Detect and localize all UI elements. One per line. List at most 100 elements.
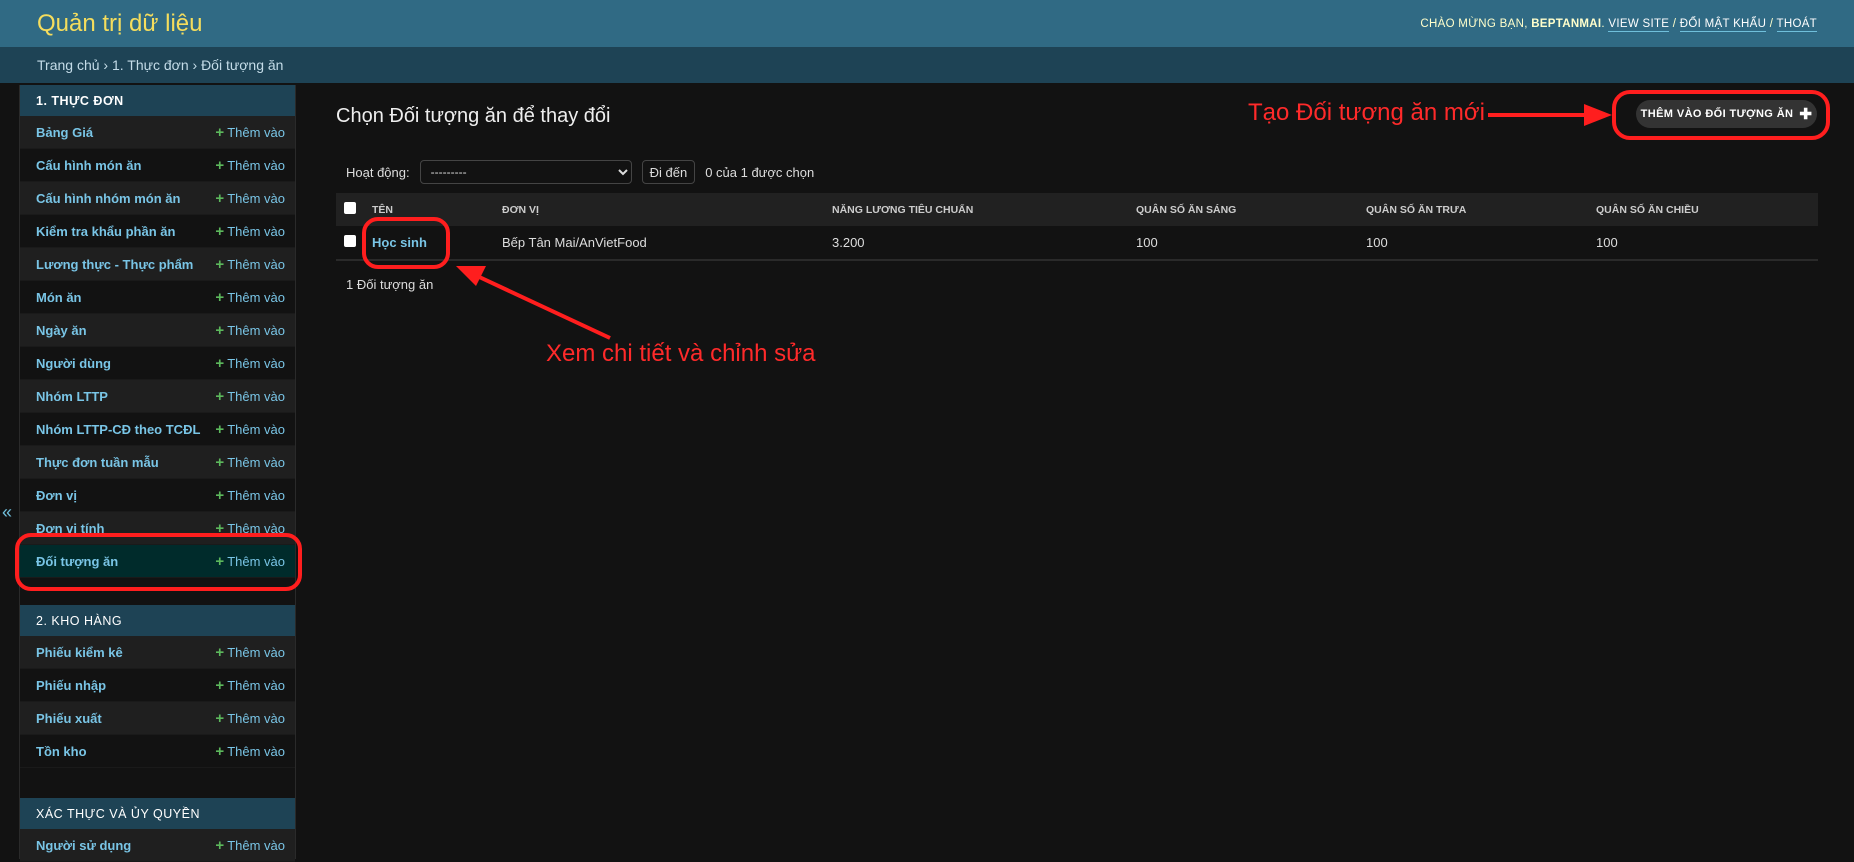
sidebar-item[interactable]: Đơn vị + Thêm vào (20, 479, 295, 512)
sidebar-item-label[interactable]: Nhóm LTTP (36, 389, 108, 404)
sidebar-list: Bảng Giá + Thêm vào Cấu hình món ăn + Thêm và… (20, 116, 295, 578)
add-label: Thêm vào (227, 644, 285, 660)
sidebar-add-link[interactable]: + Thêm vào (215, 710, 285, 727)
sidebar-item[interactable]: Thực đơn tuần mẫu + Thêm vào (20, 446, 295, 479)
sidebar-item[interactable]: Kiểm tra khẩu phần ăn + Thêm vào (20, 215, 295, 248)
sidebar-add-link[interactable]: + Thêm vào (215, 223, 285, 240)
sidebar-add-link[interactable]: + Thêm vào (215, 190, 285, 207)
sidebar-item[interactable]: Cấu hình món ăn + Thêm vào (20, 149, 295, 182)
actions-bar: Hoạt động: --------- Đi đến 0 của 1 được… (346, 160, 814, 184)
plus-icon: + (215, 255, 225, 273)
row-checkbox[interactable] (344, 235, 356, 247)
sidebar-section: 2. Kho hàng Phiếu kiểm kê + Thêm vào Phiếu n… (20, 605, 295, 768)
sidebar-item-label[interactable]: Phiếu nhập (36, 678, 106, 693)
sidebar-item-label[interactable]: Người sử dụng (36, 838, 131, 853)
sidebar-add-link[interactable]: + Thêm vào (215, 421, 285, 438)
add-label: Thêm vào (227, 421, 285, 437)
sidebar-item-label[interactable]: Phiếu xuất (36, 711, 102, 726)
sidebar-item-label[interactable]: Cấu hình nhóm món ăn (36, 191, 180, 206)
cell-don-vi: Bếp Tân Mai/AnVietFood (494, 226, 824, 261)
go-button[interactable]: Đi đến (641, 160, 696, 184)
sidebar-add-link[interactable]: + Thêm vào (215, 487, 285, 504)
sidebar-item[interactable]: Món ăn + Thêm vào (20, 281, 295, 314)
sidebar-item[interactable]: Phiếu kiểm kê + Thêm vào (20, 636, 295, 669)
sidebar-add-link[interactable]: + Thêm vào (215, 157, 285, 174)
add-label: Thêm vào (227, 289, 285, 305)
site-brand[interactable]: Quản trị dữ liệu (37, 10, 202, 38)
page-title: Chọn Đối tượng ăn để thay đổi (336, 105, 611, 127)
sidebar-item[interactable]: Người sử dụng + Thêm vào (20, 829, 295, 862)
sidebar-add-link[interactable]: + Thêm vào (215, 322, 285, 339)
result-count: 1 Đối tượng ăn (346, 277, 434, 292)
sidebar-add-link[interactable]: + Thêm vào (215, 837, 285, 854)
sidebar-add-link[interactable]: + Thêm vào (215, 644, 285, 661)
change-password-link[interactable]: Đổi mật khẩu (1679, 17, 1767, 32)
sidebar-add-link[interactable]: + Thêm vào (215, 289, 285, 306)
sidebar-add-link[interactable]: + Thêm vào (215, 124, 285, 141)
breadcrumb[interactable]: Trang chủ › 1. Thực đơn › Đối tượng ăn (0, 47, 1854, 83)
sidebar-item[interactable]: Cấu hình nhóm món ăn + Thêm vào (20, 182, 295, 215)
plus-icon: + (215, 420, 225, 438)
col-an-trua[interactable]: Quân số ăn trưa (1358, 193, 1588, 226)
sidebar-item[interactable]: Phiếu nhập + Thêm vào (20, 669, 295, 702)
sidebar-item-label[interactable]: Ngày ăn (36, 323, 87, 338)
sidebar-add-link[interactable]: + Thêm vào (215, 454, 285, 471)
view-site-link[interactable]: View site (1608, 17, 1670, 32)
action-label: Hoạt động: (346, 164, 410, 180)
sidebar-add-link[interactable]: + Thêm vào (215, 388, 285, 405)
select-all-checkbox[interactable] (344, 202, 356, 214)
sidebar-item-label[interactable]: Nhóm LTTP-CĐ theo TCĐL (36, 422, 200, 437)
sidebar-item[interactable]: Nhóm LTTP + Thêm vào (20, 380, 295, 413)
sidebar-section-header[interactable]: 1. Thực đơn (20, 85, 295, 116)
plus-icon: + (215, 354, 225, 372)
sidebar-item-label[interactable]: Cấu hình món ăn (36, 158, 141, 173)
cell-an-sang: 100 (1128, 226, 1358, 261)
sidebar-add-link[interactable]: + Thêm vào (215, 743, 285, 760)
sidebar-section-header[interactable]: Xác thực và Ủy quyền (20, 798, 295, 829)
cell-an-trua: 100 (1358, 226, 1588, 261)
add-label: Thêm vào (227, 355, 285, 371)
col-don-vi[interactable]: Đơn vị (494, 193, 824, 226)
action-select[interactable]: --------- (419, 160, 632, 184)
sidebar-item-label[interactable]: Tồn kho (36, 744, 87, 759)
add-label: Thêm vào (227, 157, 285, 173)
col-nang-luong[interactable]: Năng lương tiêu chuẩn (824, 193, 1128, 226)
add-label: Thêm vào (227, 743, 285, 759)
sidebar-item[interactable]: Lương thực - Thực phẩm + Thêm vào (20, 248, 295, 281)
sidebar-add-link[interactable]: + Thêm vào (215, 256, 285, 273)
sidebar-item[interactable]: Phiếu xuất + Thêm vào (20, 702, 295, 735)
plus-icon: + (215, 709, 225, 727)
plus-icon: + (215, 643, 225, 661)
annotation-edit: Xem chi tiết và chỉnh sửa (546, 340, 816, 367)
sidebar-item-label[interactable]: Kiểm tra khẩu phần ăn (36, 224, 175, 239)
sidebar-item[interactable]: Người dùng + Thêm vào (20, 347, 295, 380)
sidebar-item-label[interactable]: Bảng Giá (36, 125, 93, 140)
sidebar-item[interactable]: Nhóm LTTP-CĐ theo TCĐL + Thêm vào (20, 413, 295, 446)
plus-icon: + (215, 189, 225, 207)
plus-icon: + (215, 676, 225, 694)
add-label: Thêm vào (227, 124, 285, 140)
sidebar-add-link[interactable]: + Thêm vào (215, 677, 285, 694)
sidebar-item-label[interactable]: Thực đơn tuần mẫu (36, 455, 159, 470)
col-an-chieu[interactable]: Quân số ăn chiều (1588, 193, 1818, 226)
plus-icon: + (215, 453, 225, 471)
row-select-cell (336, 226, 364, 261)
sidebar-item[interactable]: Ngày ăn + Thêm vào (20, 314, 295, 347)
logout-link[interactable]: Thoát (1776, 17, 1817, 32)
sidebar-item-label[interactable]: Đơn vị (36, 488, 77, 503)
sidebar-add-link[interactable]: + Thêm vào (215, 355, 285, 372)
plus-icon: + (215, 123, 225, 141)
sidebar-item[interactable]: Bảng Giá + Thêm vào (20, 116, 295, 149)
col-an-sang[interactable]: Quân số ăn sáng (1128, 193, 1358, 226)
sidebar-item-label[interactable]: Phiếu kiểm kê (36, 645, 123, 660)
sidebar-item[interactable]: Tồn kho + Thêm vào (20, 735, 295, 768)
double-chevron-left-icon[interactable]: « (2, 502, 12, 523)
annotation-ring-sidebar (15, 533, 302, 591)
sidebar-section: Xác thực và Ủy quyền Người sử dụng + Thêm v… (20, 798, 295, 862)
sidebar-item-label[interactable]: Món ăn (36, 290, 82, 305)
sidebar-item-label[interactable]: Lương thực - Thực phẩm (36, 257, 193, 272)
plus-icon: + (215, 156, 225, 174)
sidebar-item-label[interactable]: Người dùng (36, 356, 111, 371)
sidebar-section-header[interactable]: 2. Kho hàng (20, 605, 295, 636)
add-label: Thêm vào (227, 256, 285, 272)
